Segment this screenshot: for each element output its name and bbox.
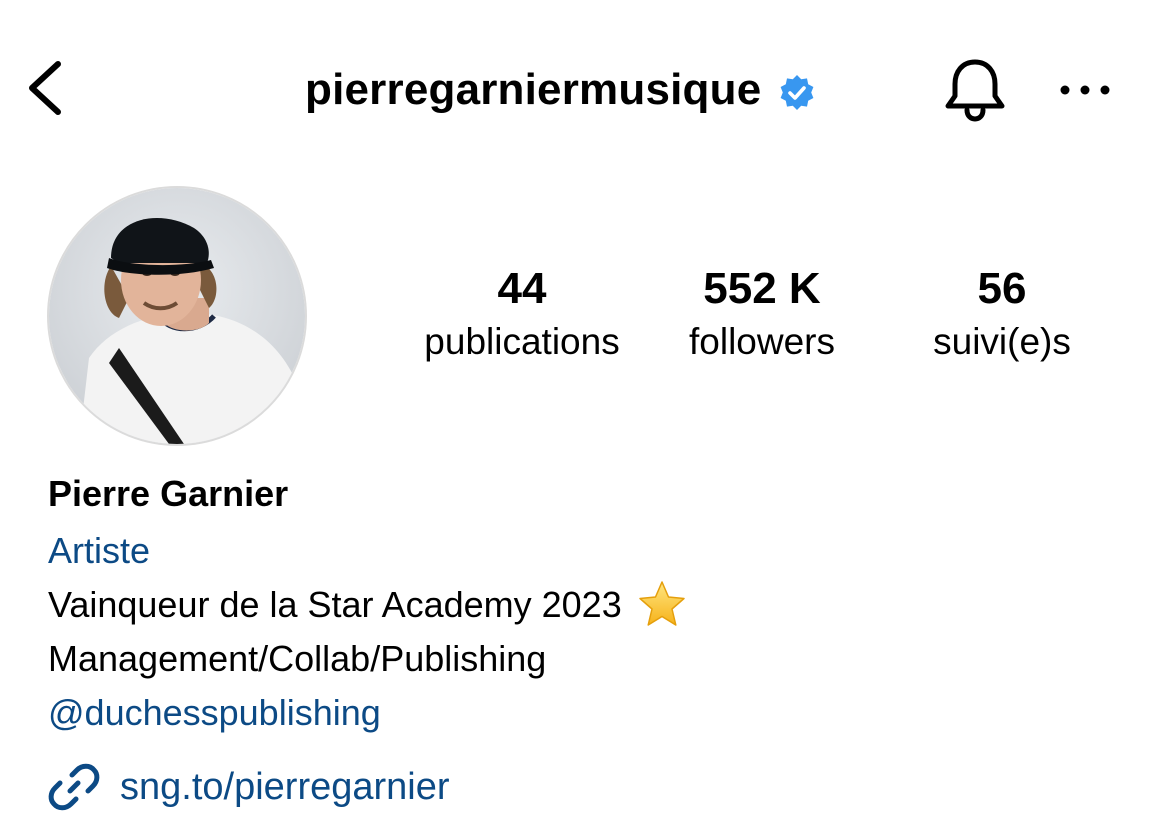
external-link-text: sng.to/pierregarnier bbox=[120, 766, 450, 808]
verified-badge-icon bbox=[780, 75, 814, 110]
followers-label: followers bbox=[689, 321, 835, 362]
back-button[interactable] bbox=[22, 58, 70, 118]
star-emoji-icon bbox=[638, 581, 685, 626]
profile-page: pierregarniermusique 44 publications 552… bbox=[0, 0, 1170, 818]
bell-icon bbox=[945, 59, 1005, 122]
publications-count: 44 bbox=[497, 264, 547, 313]
chevron-left-icon bbox=[29, 61, 61, 115]
external-link[interactable]: sng.to/pierregarnier bbox=[48, 760, 1128, 814]
link-icon bbox=[48, 763, 100, 811]
more-horizontal-icon bbox=[1060, 85, 1110, 95]
following-count: 56 bbox=[977, 264, 1027, 313]
display-name: Pierre Garnier bbox=[48, 473, 289, 514]
stat-followers[interactable]: 552 K followers bbox=[660, 262, 864, 366]
profile-header-title: pierregarniermusique bbox=[305, 62, 817, 118]
bio-text-1: Vainqueur de la Star Academy 2023 bbox=[48, 584, 622, 625]
profile-bio: Pierre Garnier Artiste Vainqueur de la S… bbox=[48, 470, 1128, 814]
publications-label: publications bbox=[424, 321, 620, 362]
username: pierregarniermusique bbox=[305, 65, 762, 114]
stat-following[interactable]: 56 suivi(e)s bbox=[905, 262, 1099, 366]
mention-link[interactable]: @duchesspublishing bbox=[48, 686, 1128, 740]
bio-line-1: Vainqueur de la Star Academy 2023 bbox=[48, 578, 1128, 632]
followers-count: 552 K bbox=[703, 264, 821, 313]
profile-avatar[interactable] bbox=[47, 186, 307, 446]
category-label: Artiste bbox=[48, 530, 151, 571]
following-label: suivi(e)s bbox=[933, 321, 1071, 362]
notifications-button[interactable] bbox=[940, 56, 1010, 124]
more-options-button[interactable] bbox=[1055, 72, 1115, 108]
avatar-image bbox=[49, 188, 305, 444]
bio-text-2: Management/Collab/Publishing bbox=[48, 638, 547, 679]
stat-publications[interactable]: 44 publications bbox=[410, 262, 634, 366]
